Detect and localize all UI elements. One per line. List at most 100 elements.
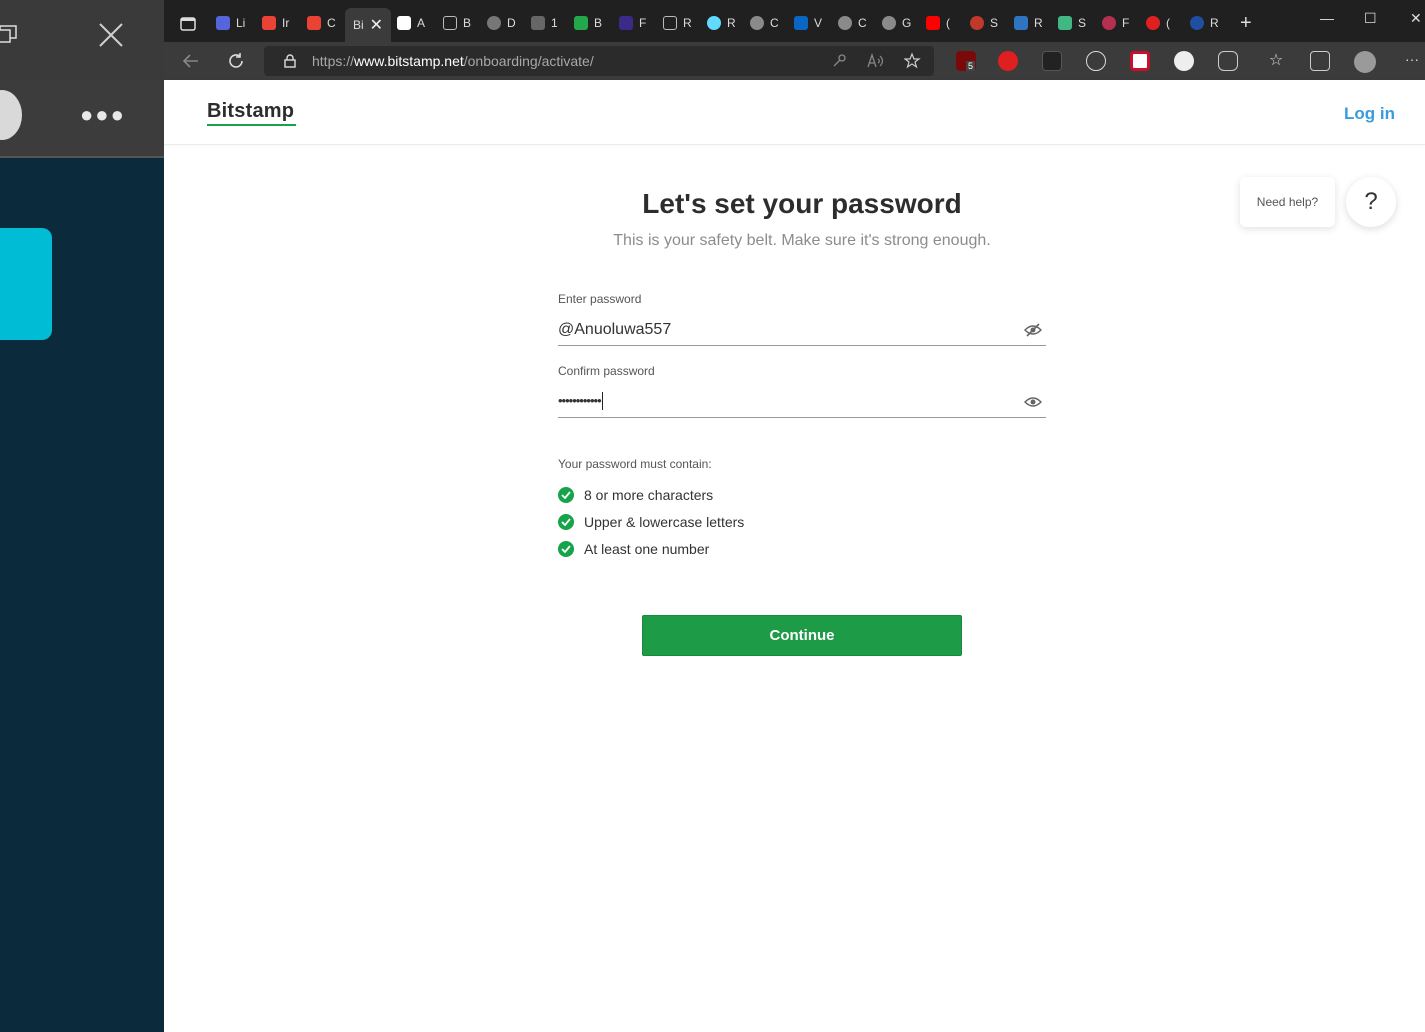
page-icon bbox=[663, 16, 677, 30]
tab-label: S bbox=[990, 16, 999, 30]
refresh-icon[interactable] bbox=[225, 50, 247, 72]
react-devtools-icon[interactable] bbox=[1086, 51, 1106, 71]
tab-label: Ir bbox=[282, 16, 290, 30]
tab-label: ( bbox=[946, 16, 950, 30]
show-password-icon[interactable] bbox=[1024, 395, 1042, 409]
browser-tab[interactable]: Ir bbox=[262, 8, 289, 38]
browser-tab[interactable]: A bbox=[397, 8, 425, 38]
url-text: https://www.bitstamp.net/onboarding/acti… bbox=[312, 53, 594, 69]
close-icon[interactable] bbox=[96, 20, 126, 50]
browser-tab[interactable]: 1 bbox=[531, 8, 558, 38]
tab-label: R bbox=[1210, 16, 1219, 30]
gmail-icon bbox=[307, 16, 321, 30]
browser-tab[interactable]: D bbox=[487, 8, 516, 38]
new-tab-button[interactable]: + bbox=[1240, 12, 1252, 35]
extension-icon[interactable] bbox=[998, 51, 1018, 71]
browser-tab[interactable]: C bbox=[750, 8, 779, 38]
url-host: www.bitstamp.net bbox=[354, 53, 464, 69]
browser-tab[interactable]: R bbox=[1190, 8, 1219, 38]
confirm-password-input[interactable]: •••••••••••• bbox=[558, 386, 1046, 418]
url-prefix: https:// bbox=[312, 53, 355, 69]
settings-more-icon[interactable]: ··· bbox=[1402, 51, 1422, 71]
browser-tab[interactable]: R bbox=[663, 8, 692, 38]
back-icon[interactable] bbox=[180, 50, 202, 72]
extension-icon[interactable] bbox=[1042, 51, 1062, 71]
check-circle-icon bbox=[558, 541, 574, 557]
site-header: Bitstamp Log in bbox=[164, 80, 1425, 145]
tab-label: R bbox=[1034, 16, 1043, 30]
browser-tab[interactable]: S bbox=[970, 8, 998, 38]
browser-tab-bar: Li Ir C Bi ✕ A B D 1 B F R R C V C G ( S … bbox=[164, 0, 1425, 42]
ublock-extension-icon[interactable]: 5 bbox=[956, 51, 976, 71]
vue-icon bbox=[1058, 16, 1072, 30]
add-favorite-icon[interactable] bbox=[904, 53, 922, 69]
browser-tab[interactable]: F bbox=[619, 8, 646, 38]
password-label: Enter password bbox=[558, 292, 642, 306]
tab-favicon-icon bbox=[487, 16, 501, 30]
tab-favicon-icon bbox=[397, 16, 411, 30]
lock-icon[interactable] bbox=[284, 54, 296, 68]
browser-tab[interactable]: Li bbox=[216, 8, 245, 38]
browser-tab[interactable]: B bbox=[574, 8, 602, 38]
side-app-user-row: ●●● bbox=[0, 80, 164, 158]
browser-tab[interactable]: ( bbox=[926, 8, 950, 38]
github-icon bbox=[750, 16, 764, 30]
browser-tab[interactable]: R bbox=[707, 8, 736, 38]
youtube-icon bbox=[926, 16, 940, 30]
minimize-icon[interactable]: — bbox=[1320, 10, 1334, 26]
requirement-label: 8 or more characters bbox=[584, 487, 714, 503]
login-link[interactable]: Log in bbox=[1344, 104, 1395, 124]
confirm-password-field: Confirm password •••••••••••• bbox=[558, 364, 1046, 418]
tab-label: C bbox=[327, 16, 336, 30]
more-options-icon[interactable]: ●●● bbox=[80, 102, 126, 128]
tab-favicon-icon bbox=[531, 16, 545, 30]
close-tab-icon[interactable]: ✕ bbox=[370, 15, 383, 35]
requirement-label: Upper & lowercase letters bbox=[584, 514, 745, 530]
bitstamp-logo[interactable]: Bitstamp bbox=[207, 100, 294, 123]
maximize-icon[interactable]: ☐ bbox=[1364, 10, 1377, 27]
browser-tab[interactable]: V bbox=[794, 8, 822, 38]
browser-tab[interactable]: F bbox=[1102, 8, 1129, 38]
browser-tab[interactable]: ( bbox=[1146, 8, 1170, 38]
tab-label: F bbox=[1122, 16, 1130, 30]
tab-label: V bbox=[814, 16, 823, 30]
confirm-password-value-wrap[interactable]: •••••••••••• bbox=[558, 392, 603, 411]
continue-button[interactable]: Continue bbox=[642, 615, 962, 656]
browser-tab[interactable]: S bbox=[1058, 8, 1086, 38]
read-aloud-icon[interactable] bbox=[867, 53, 885, 69]
browser-tab[interactable]: G bbox=[882, 8, 911, 38]
tab-label: S bbox=[1078, 16, 1087, 30]
avatar[interactable] bbox=[0, 90, 22, 140]
browser-tab[interactable]: C bbox=[307, 8, 336, 38]
tab-label: C bbox=[770, 16, 779, 30]
page-subtitle: This is your safety belt. Make sure it's… bbox=[613, 232, 991, 249]
tab-label: B bbox=[594, 16, 603, 30]
key-icon[interactable] bbox=[832, 54, 846, 68]
shield-icon bbox=[1190, 16, 1204, 30]
browser-tab[interactable]: R bbox=[1014, 8, 1043, 38]
logo-underline bbox=[207, 124, 296, 126]
collections-icon[interactable] bbox=[1310, 51, 1330, 71]
browser-tab[interactable]: B bbox=[443, 8, 471, 38]
tab-favicon-icon bbox=[1102, 16, 1116, 30]
restore-window-icon[interactable] bbox=[0, 24, 18, 46]
extensions-icon[interactable] bbox=[1218, 51, 1238, 71]
password-value[interactable]: @Anuoluwa557 bbox=[558, 321, 671, 339]
extension-icon[interactable] bbox=[1174, 51, 1194, 71]
tab-actions-icon[interactable] bbox=[180, 16, 196, 32]
side-app-titlebar bbox=[0, 0, 164, 80]
browser-tab-active[interactable]: Bi ✕ bbox=[345, 8, 392, 42]
browser-tab[interactable]: C bbox=[838, 8, 867, 38]
password-input[interactable]: @Anuoluwa557 bbox=[558, 314, 1046, 346]
address-bar[interactable]: https://www.bitstamp.net/onboarding/acti… bbox=[264, 46, 934, 76]
close-window-icon[interactable]: ✕ bbox=[1410, 10, 1422, 27]
hide-password-icon[interactable] bbox=[1024, 322, 1042, 337]
side-app-card[interactable] bbox=[0, 228, 52, 340]
extension-icon[interactable] bbox=[1130, 51, 1150, 71]
tab-label: Li bbox=[236, 16, 246, 30]
profile-avatar-icon[interactable] bbox=[1354, 51, 1376, 73]
tab-favicon-icon bbox=[1146, 16, 1160, 30]
favorites-icon[interactable]: ☆ bbox=[1266, 51, 1286, 71]
page-content: Bitstamp Log in Need help? ? Let's set y… bbox=[164, 80, 1425, 1032]
confirm-password-label: Confirm password bbox=[558, 364, 655, 378]
